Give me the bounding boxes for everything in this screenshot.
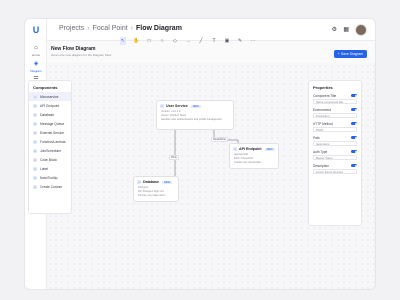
toggle-switch[interactable] [351,136,357,139]
home-icon: ⌂ [34,45,38,51]
breadcrumb: Projects › Focal Point › Flow Diagram [59,25,182,32]
image-tool-icon[interactable]: ▣ [224,37,230,45]
component-function[interactable]: ▪ Function/Lambda [29,137,71,146]
component-external-service[interactable]: ▪ External Service [29,128,71,137]
component-message-queue[interactable]: ▪ Message Queue [29,119,71,128]
toggle-switch[interactable] [351,94,357,97]
component-job-scheduler[interactable]: ▪ Job/Scheduler [29,146,71,155]
node-api-endpoint[interactable]: ▪ API Endpoint NEW /api/users/id Path: /v1… [229,143,279,169]
component-database[interactable]: ▪ Database [29,110,71,119]
prop-http-method: HTTP Method POST [309,120,361,134]
avatar[interactable] [355,24,367,36]
code-icon: ▪ [33,157,37,162]
api-icon: ▪ [33,103,37,108]
cube-icon: ▪ [33,94,37,99]
status-badge: NEW [161,180,173,184]
prop-environment: Environment Production [309,106,361,120]
path-field[interactable]: /api/orders [313,141,357,146]
component-note[interactable]: ▪ Note/Tooltip [29,173,71,182]
auth-type-field[interactable]: Bearer Token [313,155,357,160]
save-diagram-button[interactable]: + Save Diagram [333,50,367,58]
grid-icon[interactable]: ▦ [343,26,349,33]
component-microservice[interactable]: ▪ Microservice [29,92,71,101]
breadcrumb-current: Flow Diagram [136,25,182,32]
breadcrumb-focal-point[interactable]: Focal Point [93,25,128,32]
cube-icon: ▪ [160,104,164,108]
edge-label-write: Write [169,155,180,160]
canvas-toolbar: ↖ ✋ □ ○ ◇ → ╱ T ▣ ✎ ⋯ [120,37,256,45]
prop-component-title: Component Title Name component title [309,92,361,106]
database-icon: ▪ [137,180,141,184]
text-tool-icon[interactable]: T [211,37,217,45]
queue-icon: ▪ [33,121,37,126]
api-icon: ▪ [233,147,237,151]
circle-tool-icon[interactable]: ○ [159,37,165,45]
breadcrumb-projects[interactable]: Projects [59,25,84,32]
pointer-tool-icon[interactable]: ↖ [120,37,126,45]
toggle-switch[interactable] [351,122,357,125]
hand-tool-icon[interactable]: ✋ [133,37,139,45]
properties-title: Properties [313,85,333,90]
function-icon: ▪ [33,139,37,144]
node-user-service[interactable]: ▪ User Service NEW Version: v1.0.1.0 Owner… [156,100,234,130]
component-title-field[interactable]: Name component title [313,99,357,104]
status-badge: NEW [190,104,201,108]
database-icon: ▪ [33,112,37,117]
prop-description: Description Lorem ipsum sit amet [309,162,361,176]
square-tool-icon[interactable]: □ [146,37,152,45]
component-create-custom[interactable]: + Create Custom [29,182,71,191]
node-database[interactable]: ▪ Database NEW Postgres Db: Postgres SQL v… [133,176,179,202]
component-label[interactable]: ▪ Label [29,164,71,173]
status-badge: NEW [264,147,275,151]
toggle-switch[interactable] [351,108,357,111]
settings-icon[interactable]: ⚙ [332,26,337,33]
toggle-switch[interactable] [351,164,357,167]
diamond-tool-icon[interactable]: ◇ [172,37,178,45]
components-panel: Components ▪ Microservice ▪ API Endpoint ▪… [28,80,72,214]
component-code-block[interactable]: ▪ Code Block [29,155,71,164]
diagram-icon: ◈ [33,61,39,67]
edge-label-read-write: Read/Write [211,137,228,142]
chevron-right-icon: › [87,25,90,32]
comment-tool-icon[interactable]: ✎ [237,37,243,45]
http-method-field[interactable]: POST [313,127,357,132]
line-tool-icon[interactable]: ╱ [198,37,204,45]
environment-field[interactable]: Production [313,113,357,118]
page-title: New Flow Diagram [51,46,96,52]
note-icon: ▪ [33,175,37,180]
app-logo[interactable]: U [31,25,41,35]
external-icon: ▪ [33,130,37,135]
components-title: Components [33,85,58,90]
rail-item-home[interactable]: ⌂ Home [25,45,47,57]
prop-auth-type: Auth Type Bearer Token [309,148,361,162]
description-field[interactable]: Lorem ipsum sit amet [313,169,357,174]
chevron-right-icon: › [130,25,134,32]
clock-icon: ▪ [33,148,37,153]
toggle-switch[interactable] [351,150,357,153]
more-icon[interactable]: ⋯ [250,37,256,45]
properties-panel: Properties Component Title Name component… [308,80,362,226]
component-api-endpoint[interactable]: ▪ API Endpoint [29,101,71,110]
arrow-tool-icon[interactable]: → [185,37,191,45]
page-subtitle: Here's the new diagram for the Diagram F… [51,53,112,57]
label-icon: ▪ [33,166,37,171]
prop-path: Path/api/orders [309,134,361,148]
plus-icon: + [33,184,37,189]
rail-item-diagram[interactable]: ◈ Diagram [25,61,47,73]
